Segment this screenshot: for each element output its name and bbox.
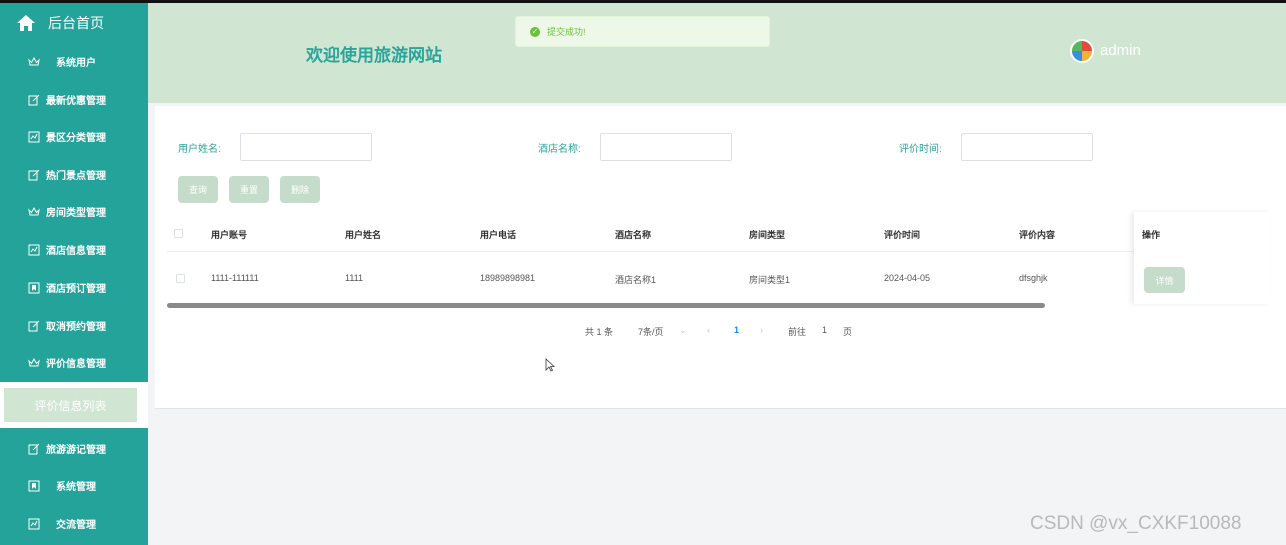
bookmark-icon bbox=[28, 282, 40, 294]
cell-time: 2024-04-05 bbox=[884, 273, 931, 283]
column-header: 酒店名称 bbox=[615, 230, 652, 240]
sidebar-home-label: 后台首页 bbox=[48, 15, 104, 31]
chart-icon bbox=[28, 244, 40, 256]
prev-page-icon[interactable]: ‹ bbox=[707, 325, 710, 335]
cell-content: dfsghjk bbox=[1019, 273, 1048, 283]
check-circle-icon: ✓ bbox=[530, 26, 540, 37]
edit-icon bbox=[28, 320, 40, 332]
sidebar-item-room-types[interactable]: 房间类型管理 bbox=[0, 193, 148, 230]
sidebar-item-label: 系统管理 bbox=[56, 482, 96, 493]
edit-icon bbox=[28, 94, 40, 106]
search-label-review-time: 评价时间: bbox=[899, 144, 942, 155]
sidebar: 后台首页 系统用户 最新优惠管理 景区分类管理 热门景点管理 房间类型管理 酒店… bbox=[0, 3, 148, 545]
crown-icon bbox=[28, 56, 40, 68]
sidebar-submenu: 评价信息列表 bbox=[0, 382, 148, 428]
column-header: 用户姓名 bbox=[345, 230, 382, 240]
pagination-goto-input[interactable]: 1 bbox=[822, 325, 827, 335]
row-checkbox[interactable] bbox=[176, 274, 185, 283]
sidebar-item-label: 酒店预订管理 bbox=[46, 284, 106, 295]
sidebar-item-hotel-info[interactable]: 酒店信息管理 bbox=[0, 231, 148, 268]
column-header: 操作 bbox=[1142, 230, 1161, 240]
pagination-current-page[interactable]: 1 bbox=[734, 325, 739, 335]
sidebar-item-label: 系统用户 bbox=[56, 58, 96, 69]
sidebar-item-communication[interactable]: 交流管理 bbox=[0, 505, 148, 542]
sidebar-subitem-review-list[interactable]: 评价信息列表 bbox=[4, 388, 137, 422]
sidebar-item-hotel-booking[interactable]: 酒店预订管理 bbox=[0, 269, 148, 306]
sidebar-home[interactable]: 后台首页 bbox=[0, 3, 148, 43]
sidebar-item-label: 取消预约管理 bbox=[46, 322, 106, 333]
search-input-review-time[interactable] bbox=[961, 133, 1093, 161]
pagination-goto-label: 前往 bbox=[788, 327, 807, 337]
chart-icon bbox=[28, 131, 40, 143]
site-title: 欢迎使用旅游网站 bbox=[306, 46, 442, 65]
success-toast: ✓ 提交成功! bbox=[515, 16, 770, 47]
search-label-hotel-name: 酒店名称: bbox=[538, 144, 581, 155]
search-input-hotel-name[interactable] bbox=[600, 133, 732, 161]
column-header: 评价内容 bbox=[1019, 230, 1056, 240]
sidebar-item-review-management[interactable]: 评价信息管理 bbox=[0, 344, 148, 381]
sidebar-item-label: 最新优惠管理 bbox=[46, 96, 106, 107]
sidebar-item-travel-notes[interactable]: 旅游游记管理 bbox=[0, 430, 148, 467]
column-header: 评价时间 bbox=[884, 230, 921, 240]
pagination-total: 共 1 条 bbox=[585, 327, 614, 337]
column-header: 用户电话 bbox=[480, 230, 517, 240]
next-page-icon[interactable]: › bbox=[760, 325, 763, 335]
fixed-action-column: 操作 详情 bbox=[1134, 212, 1270, 304]
cell-phone: 18989898981 bbox=[480, 273, 536, 283]
bookmark-icon bbox=[28, 480, 40, 492]
sidebar-item-label: 酒店信息管理 bbox=[46, 246, 106, 257]
edit-icon bbox=[28, 443, 40, 455]
avatar[interactable] bbox=[1070, 39, 1094, 63]
chevron-down-icon[interactable]: ⌄ bbox=[679, 325, 687, 336]
sidebar-item-label: 房间类型管理 bbox=[46, 208, 106, 219]
cell-account: 1111-111111 bbox=[211, 273, 259, 283]
sidebar-item-latest-offers[interactable]: 最新优惠管理 bbox=[0, 81, 148, 118]
search-input-user-name[interactable] bbox=[240, 133, 372, 161]
sidebar-item-label: 旅游游记管理 bbox=[46, 445, 106, 456]
home-icon bbox=[17, 15, 35, 31]
mouse-pointer-icon bbox=[545, 358, 555, 372]
delete-button[interactable]: 删除 bbox=[280, 176, 320, 203]
reset-button[interactable]: 重置 bbox=[229, 176, 269, 203]
column-header: 房间类型 bbox=[749, 230, 786, 240]
cell-name: 1111 bbox=[345, 273, 364, 283]
pagination-goto-suffix: 页 bbox=[843, 327, 853, 337]
cell-hotel: 酒店名称1 bbox=[615, 275, 657, 285]
query-button[interactable]: 查询 bbox=[178, 176, 218, 203]
sidebar-item-hot-attractions[interactable]: 热门景点管理 bbox=[0, 156, 148, 193]
sidebar-item-label: 交流管理 bbox=[56, 520, 96, 531]
crown-icon bbox=[28, 206, 40, 218]
sidebar-item-cancel-booking[interactable]: 取消预约管理 bbox=[0, 307, 148, 344]
horizontal-scrollbar[interactable] bbox=[167, 303, 1045, 308]
sidebar-item-system-users[interactable]: 系统用户 bbox=[0, 43, 148, 80]
sidebar-item-system-management[interactable]: 系统管理 bbox=[0, 467, 148, 504]
crown-icon bbox=[28, 357, 40, 369]
toast-message: 提交成功! bbox=[547, 27, 586, 37]
watermark: CSDN @vx_CXKF10088 bbox=[1030, 513, 1242, 534]
sidebar-item-label: 评价信息管理 bbox=[46, 359, 106, 370]
search-label-user-name: 用户姓名: bbox=[178, 144, 221, 155]
user-name[interactable]: admin bbox=[1100, 42, 1141, 59]
sidebar-item-label: 景区分类管理 bbox=[46, 133, 106, 144]
edit-icon bbox=[28, 169, 40, 181]
column-header: 用户账号 bbox=[211, 230, 248, 240]
row-divider bbox=[167, 251, 1270, 252]
data-table: 用户账号 用户姓名 用户电话 酒店名称 房间类型 评价时间 评价内容 1111-… bbox=[167, 212, 1270, 306]
sidebar-item-label: 热门景点管理 bbox=[46, 171, 106, 182]
main-panel: 用户姓名: 酒店名称: 评价时间: 查询 重置 删除 用户账号 用户姓名 用户电… bbox=[155, 106, 1286, 409]
select-all-checkbox[interactable] bbox=[174, 229, 183, 238]
detail-button[interactable]: 详情 bbox=[1144, 267, 1185, 293]
cell-room: 房间类型1 bbox=[749, 275, 791, 285]
chart-icon bbox=[28, 518, 40, 530]
pagination-page-size[interactable]: 7条/页 bbox=[638, 325, 664, 338]
sidebar-item-scenic-categories[interactable]: 景区分类管理 bbox=[0, 118, 148, 155]
